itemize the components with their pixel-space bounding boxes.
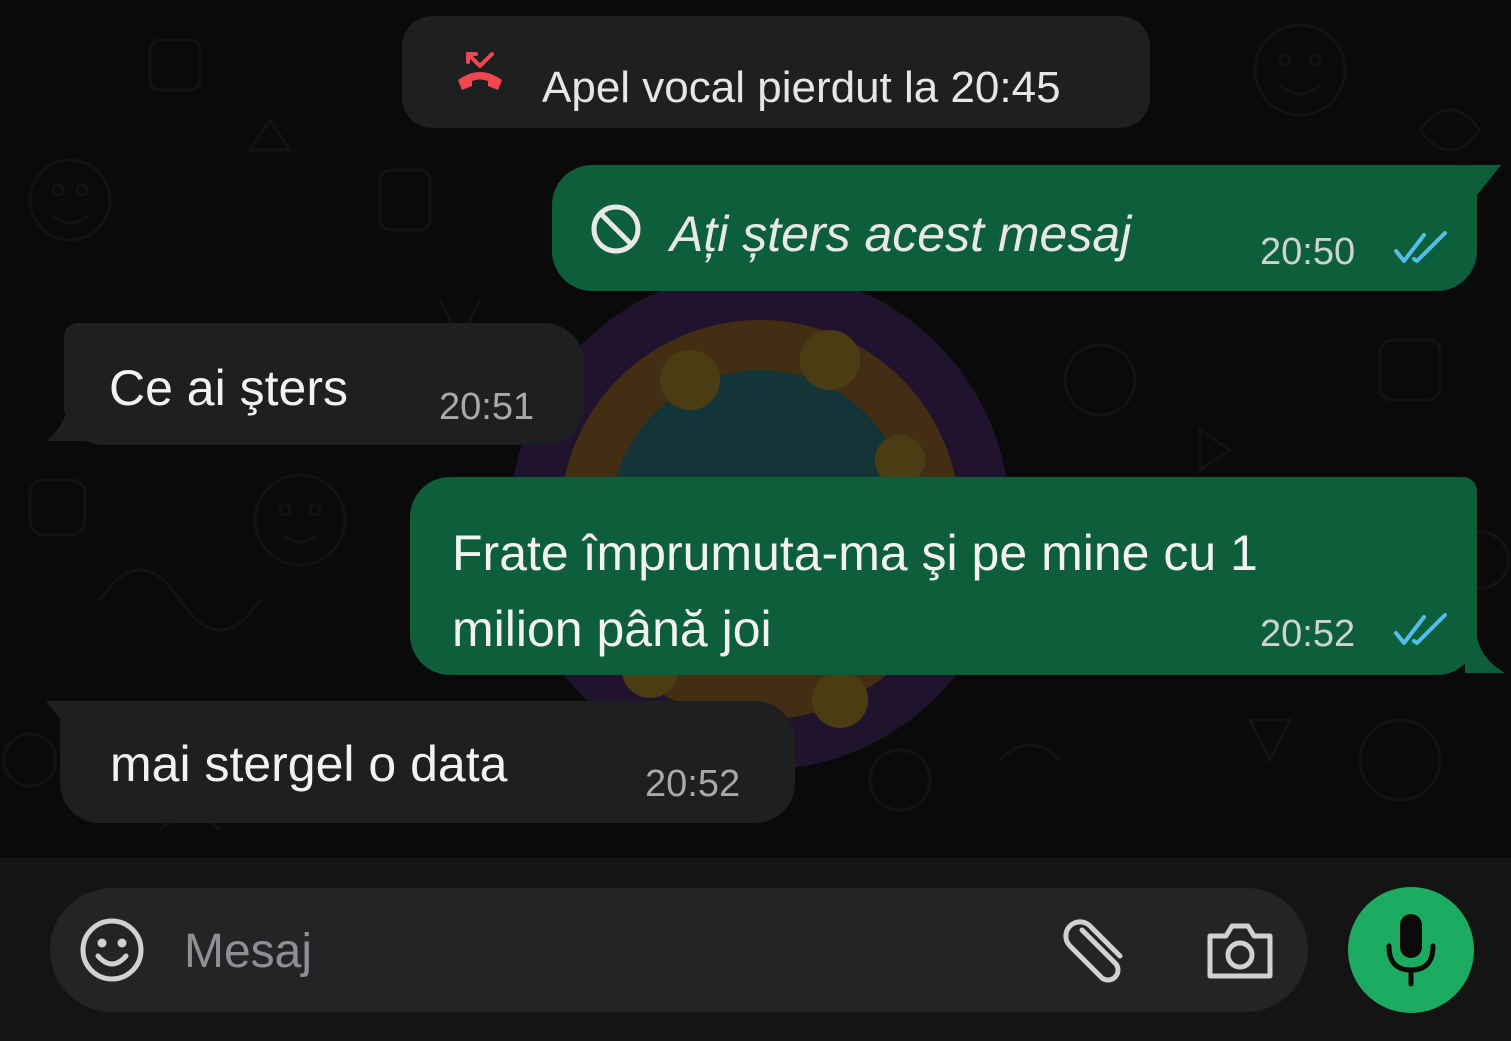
- message-time: 20:52: [645, 763, 741, 805]
- bubble-tail: [1465, 165, 1501, 195]
- missed-call-notice[interactable]: Apel vocal pierdut la 20:45: [402, 16, 1150, 128]
- blocked-icon: [591, 204, 641, 254]
- incoming-message[interactable]: Ce ai şters 20:51: [64, 323, 584, 445]
- paperclip-icon[interactable]: [1060, 918, 1132, 984]
- message-text: Ce ai şters: [109, 360, 348, 416]
- outgoing-message-deleted[interactable]: Ați șters acest mesaj 20:50: [552, 165, 1477, 291]
- message-time: 20:52: [1260, 613, 1356, 655]
- message-text: mai stergel o data: [110, 736, 508, 792]
- camera-icon[interactable]: [1204, 918, 1276, 984]
- read-ticks-icon: [1394, 613, 1447, 645]
- composer-bar: [0, 858, 1511, 1041]
- bubble-tail: [1465, 637, 1505, 673]
- outgoing-message[interactable]: Frate împrumuta-ma şi pe mine cu 1 milio…: [410, 477, 1477, 675]
- message-text: Frate împrumuta-ma şi pe mine cu 1 milio…: [452, 525, 1258, 657]
- missed-call-text: Apel vocal pierdut la 20:45: [542, 63, 1061, 112]
- emoji-icon[interactable]: [78, 916, 146, 984]
- bubble-tail: [46, 701, 82, 731]
- incoming-message[interactable]: mai stergel o data 20:52: [60, 701, 795, 823]
- read-ticks-icon: [1394, 231, 1447, 263]
- message-time: 20:51: [439, 386, 535, 428]
- message-list: Apel vocal pierdut la 20:45 Ați șters ac…: [0, 0, 1511, 860]
- missed-call-icon: [458, 52, 502, 90]
- microphone-icon: [1386, 914, 1436, 987]
- message-time: 20:50: [1260, 231, 1356, 273]
- message-input-container: [50, 888, 1308, 1012]
- microphone-button[interactable]: [1348, 887, 1474, 1013]
- message-text: Ați șters acest mesaj: [670, 206, 1132, 262]
- message-input[interactable]: [182, 922, 1006, 980]
- chat-screen: Apel vocal pierdut la 20:45 Ați șters ac…: [0, 0, 1511, 1041]
